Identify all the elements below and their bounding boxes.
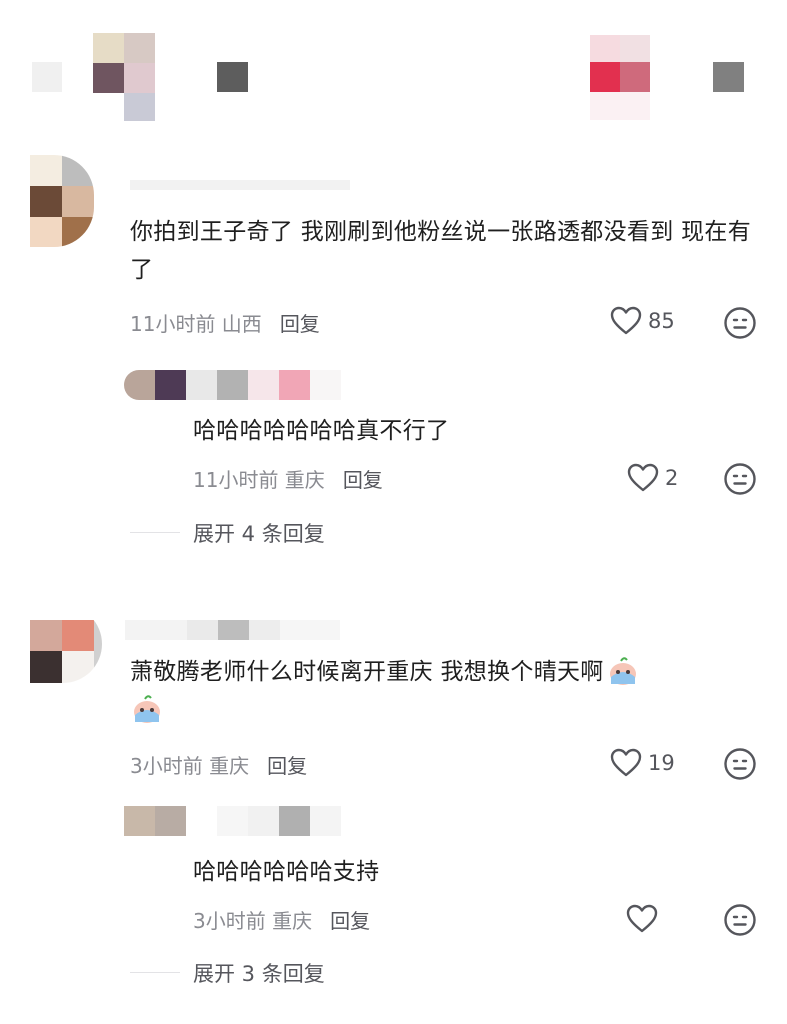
reply-button[interactable]: 回复 (280, 312, 320, 336)
comment-text: 萧敬腾老师什么时候离开重庆 我想换个晴天啊 (130, 653, 750, 729)
heart-icon (626, 904, 658, 933)
heart-icon (610, 306, 642, 335)
reply-text: 哈哈哈哈哈哈支持 (193, 859, 380, 885)
like-count: 85 (648, 309, 675, 333)
crying-emoji-icon (130, 691, 164, 725)
top-header (0, 0, 787, 130)
comment-meta: 11小时前 山西 回复 (130, 308, 320, 337)
expand-replies-button[interactable]: 展开 4 条回复 (193, 518, 325, 548)
reply-meta: 11小时前 重庆 回复 (193, 464, 383, 493)
comment-text-content: 萧敬腾老师什么时候离开重庆 我想换个晴天啊 (130, 659, 604, 685)
like-count: 2 (665, 466, 679, 490)
dislike-icon[interactable] (723, 306, 757, 340)
like-button[interactable]: 19 (610, 748, 675, 778)
reply-button[interactable]: 回复 (267, 754, 307, 778)
comment-meta: 3小时前 重庆 回复 (130, 750, 307, 779)
comment-text: 你拍到王子奇了 我刚刷到他粉丝说一张路透都没看到 现在有了 (130, 219, 752, 283)
like-button[interactable] (626, 904, 658, 934)
reply-text: 哈哈哈哈哈哈哈真不行了 (193, 418, 450, 444)
crying-emoji-icon (606, 653, 640, 687)
expand-divider (130, 972, 180, 973)
username-blur[interactable] (130, 180, 350, 190)
heart-icon (610, 748, 642, 777)
time-location: 3小时前 重庆 (193, 909, 313, 933)
time-location: 11小时前 重庆 (193, 468, 325, 492)
expand-divider (130, 532, 180, 533)
reply-button[interactable]: 回复 (330, 909, 370, 933)
dislike-icon[interactable] (723, 903, 757, 937)
like-button[interactable]: 2 (627, 463, 678, 493)
avatar[interactable] (30, 605, 102, 683)
avatar[interactable] (30, 155, 94, 247)
header-more-blur[interactable] (713, 62, 744, 92)
header-badge-blur[interactable] (560, 35, 680, 120)
dislike-icon[interactable] (723, 747, 757, 781)
like-button[interactable]: 85 (610, 306, 675, 336)
like-count: 19 (648, 751, 675, 775)
username-blur[interactable] (125, 620, 345, 640)
expand-replies-button[interactable]: 展开 3 条回复 (193, 958, 325, 988)
time-location: 3小时前 重庆 (130, 754, 250, 778)
heart-icon (627, 463, 659, 492)
reply-meta: 3小时前 重庆 回复 (193, 905, 370, 934)
header-icon-blur[interactable] (217, 62, 248, 92)
reply-avatar-username-blur[interactable] (124, 806, 344, 836)
time-location: 11小时前 山西 (130, 312, 262, 336)
header-back-blur[interactable] (32, 62, 62, 92)
header-avatar-blur[interactable] (93, 33, 155, 121)
reply-button[interactable]: 回复 (343, 468, 383, 492)
reply-avatar-username-blur[interactable] (124, 370, 344, 400)
dislike-icon[interactable] (723, 462, 757, 496)
